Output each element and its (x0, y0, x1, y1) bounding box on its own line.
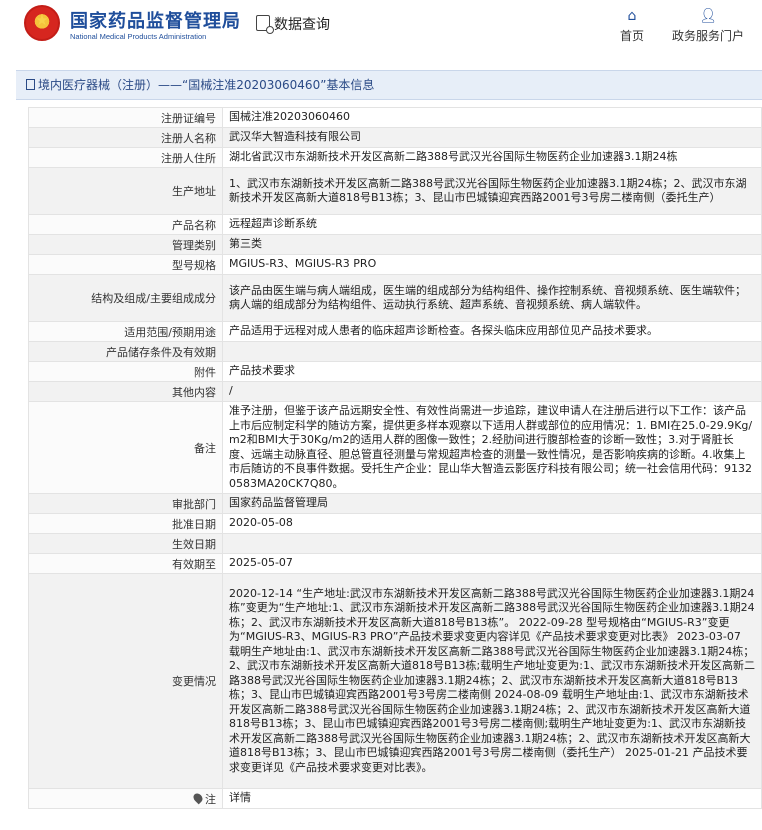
table-row: 适用范围/预期用途 产品适用于远程对成人患者的临床超声诊断检查。各探头临床应用部位… (28, 321, 762, 342)
row-value: 国械注准20203060460 (222, 107, 762, 128)
row-value: MGIUS-R3、MGIUS-R3 PRO (222, 254, 762, 275)
document-icon (26, 79, 35, 90)
table-row: 注册人名称 武汉华大智造科技有限公司 (28, 127, 762, 148)
row-value: 国家药品监督管理局 (222, 493, 762, 514)
table-row: 有效期至 2025-05-07 (28, 553, 762, 574)
table-row: 审批部门 国家药品监督管理局 (28, 493, 762, 514)
registration-info-table: 注册证编号 国械注准20203060460 注册人名称 武汉华大智造科技有限公司 注… (28, 107, 762, 809)
row-value: 远程超声诊断系统 (222, 214, 762, 235)
national-emblem-logo (24, 5, 60, 41)
row-value: 2020-05-08 (222, 513, 762, 534)
nav-home-label: 首页 (619, 29, 644, 43)
table-row: 附件 产品技术要求 (28, 361, 762, 382)
table-row: 批准日期 2020-05-08 (28, 513, 762, 534)
row-label: 注册证编号 (28, 107, 223, 128)
row-value: / (222, 381, 762, 402)
table-row: 产品储存条件及有效期 (28, 341, 762, 362)
table-row: 备注 准予注册，但鉴于该产品远期安全性、有效性尚需进一步追踪，建议申请人在注册后进… (28, 401, 762, 494)
row-label: 注册人名称 (28, 127, 223, 148)
table-row: 结构及组成/主要组成成分 该产品由医生端与病人端组成，医生端的组成部分为结构组件、… (28, 274, 762, 322)
row-label: 备注 (28, 401, 223, 494)
row-label: 注册人住所 (28, 147, 223, 168)
table-row: 生产地址 1、武汉市东湖新技术开发区高新二路388号武汉光谷国际生物医药企业加速器… (28, 167, 762, 215)
row-label: 附件 (28, 361, 223, 382)
table-row: 生效日期 (28, 533, 762, 554)
table-row: 注详情 (28, 788, 762, 809)
row-value: 1、武汉市东湖新技术开发区高新二路388号武汉光谷国际生物医药企业加速器3.1期… (222, 167, 762, 215)
table-row: 变更情况 2020-12-14 “生产地址:武汉市东湖新技术开发区高新二路388号… (28, 573, 762, 789)
row-label: 型号规格 (28, 254, 223, 275)
row-label: 其他内容 (28, 381, 223, 402)
row-value: 武汉华大智造科技有限公司 (222, 127, 762, 148)
data-search-label: 数据查询 (274, 17, 330, 33)
row-value: 准予注册，但鉴于该产品远期安全性、有效性尚需进一步追踪，建议申请人在注册后进行以… (222, 401, 762, 494)
table-row: 其他内容 / (28, 381, 762, 402)
breadcrumb-text: 境内医疗器械（注册）——“国械注准20203060460”基本信息 (38, 78, 375, 92)
site-header: 国家药品监督管理局 National Medical Products Admi… (0, 0, 762, 52)
row-label: 产品名称 (28, 214, 223, 235)
table-row: 型号规格 MGIUS-R3、MGIUS-R3 PRO (28, 254, 762, 275)
row-label: 变更情况 (28, 573, 223, 789)
user-icon: 👤︎ (699, 8, 717, 24)
row-label: 适用范围/预期用途 (28, 321, 223, 342)
nav-home-button[interactable]: ⌂ 首页 (612, 8, 652, 44)
row-value: 2020-12-14 “生产地址:武汉市东湖新技术开发区高新二路388号武汉光谷… (222, 573, 762, 789)
row-value: 产品适用于远程对成人患者的临床超声诊断检查。各探头临床应用部位见产品技术要求。 (222, 321, 762, 342)
data-search-link[interactable]: 数据查询 (256, 14, 330, 34)
table-row: 产品名称 远程超声诊断系统 (28, 214, 762, 235)
row-label: 结构及组成/主要组成成分 (28, 274, 223, 322)
breadcrumb: 境内医疗器械（注册）——“国械注准20203060460”基本信息 (16, 70, 762, 100)
row-label-note: 注 (28, 788, 223, 809)
row-value: 产品技术要求 (222, 361, 762, 382)
row-label: 产品储存条件及有效期 (28, 341, 223, 362)
nav-portal-label: 政务服务门户 (671, 29, 744, 43)
brand-name-en: National Medical Products Administration (70, 32, 207, 41)
row-label: 管理类别 (28, 234, 223, 255)
row-label: 审批部门 (28, 493, 223, 514)
table-row: 注册人住所 湖北省武汉市东湖新技术开发区高新二路388号武汉光谷国际生物医药企业加… (28, 147, 762, 168)
row-value: 该产品由医生端与病人端组成，医生端的组成部分为结构组件、操作控制系统、音视频系统… (222, 274, 762, 322)
pin-icon (191, 791, 205, 804)
details-link[interactable]: 详情 (222, 788, 762, 809)
row-label: 生产地址 (28, 167, 223, 215)
row-value: 2025-05-07 (222, 553, 762, 574)
row-label: 批准日期 (28, 513, 223, 534)
nav-portal-button[interactable]: 👤︎ 政务服务门户 (668, 8, 748, 44)
row-value: 第三类 (222, 234, 762, 255)
home-icon: ⌂ (627, 8, 637, 24)
row-label: 生效日期 (28, 533, 223, 554)
row-value: 湖北省武汉市东湖新技术开发区高新二路388号武汉光谷国际生物医药企业加速器3.1… (222, 147, 762, 168)
row-value (222, 533, 762, 554)
search-doc-icon (256, 15, 274, 34)
row-label: 有效期至 (28, 553, 223, 574)
brand-name-cn: 国家药品监督管理局 (70, 11, 241, 32)
note-label: 注 (205, 792, 216, 806)
table-row: 管理类别 第三类 (28, 234, 762, 255)
table-row: 注册证编号 国械注准20203060460 (28, 107, 762, 128)
row-value (222, 341, 762, 362)
